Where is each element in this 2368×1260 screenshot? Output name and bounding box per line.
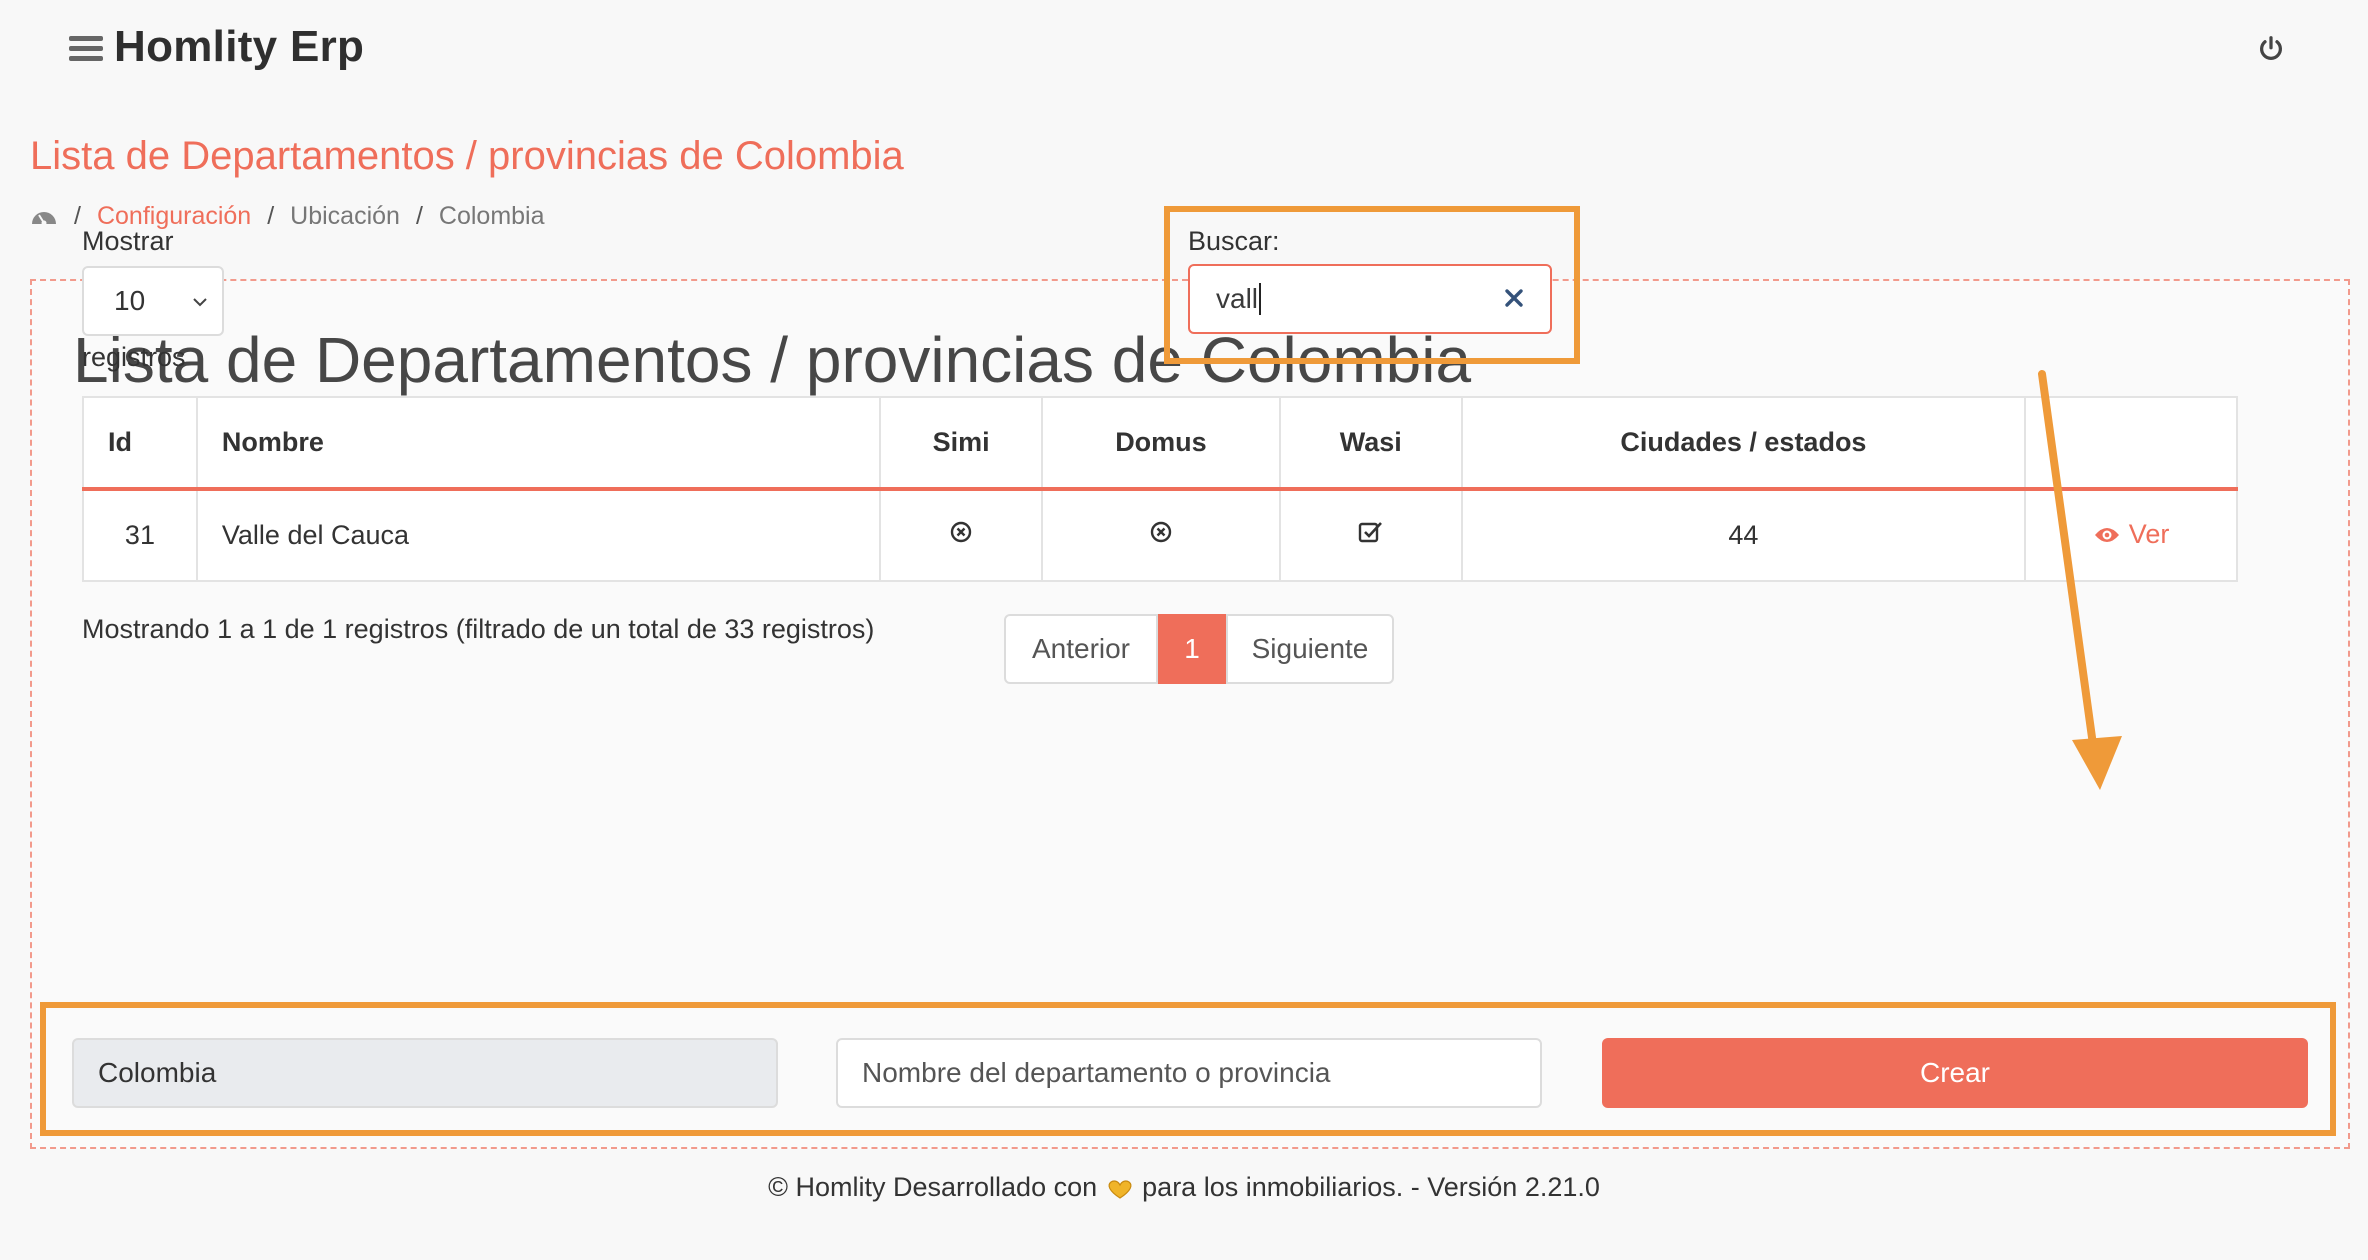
cell-nombre: Valle del Cauca <box>195 488 882 582</box>
cell-wasi <box>1278 488 1463 582</box>
hamburger-menu-icon[interactable] <box>69 36 103 62</box>
column-header-nombre[interactable]: Nombre <box>195 396 882 490</box>
country-field: Colombia <box>72 1038 778 1108</box>
breadcrumb-separator: / <box>74 202 81 230</box>
cell-ciudades: 44 <box>1460 488 2027 582</box>
check-square-icon <box>1358 522 1382 543</box>
power-icon[interactable] <box>2256 34 2286 64</box>
cell-id: 31 <box>82 488 198 582</box>
column-header-ciudades[interactable]: Ciudades / estados <box>1460 396 2027 490</box>
page-title: Lista de Departamentos / provincias de C… <box>30 134 904 178</box>
column-header-simi[interactable]: Simi <box>879 396 1044 490</box>
footer: © Homlity Desarrollado con para los inmo… <box>0 1172 2368 1203</box>
length-label-after: registros <box>82 342 186 372</box>
breadcrumb-separator: / <box>415 202 423 230</box>
ver-link-label: Ver <box>2128 519 2170 550</box>
column-header-id[interactable]: Id <box>82 396 198 490</box>
column-header-wasi[interactable]: Wasi <box>1278 396 1463 490</box>
footer-prefix: © Homlity Desarrollado con <box>768 1172 1098 1202</box>
breadcrumb-separator: / <box>267 202 275 230</box>
pagination-page-1[interactable]: 1 <box>1158 614 1226 684</box>
ver-link[interactable]: Ver <box>2093 519 2170 550</box>
table-row: 31 Valle del Cauca 44 Ver <box>82 488 2238 582</box>
heart-hands-icon <box>1108 1180 1132 1199</box>
footer-suffix: para los inmobiliarios. - Versión 2.21.0 <box>1142 1172 1600 1202</box>
x-circle-icon <box>1150 521 1172 543</box>
table-header-row: Id Nombre Simi Domus Wasi Ciudades / est… <box>82 396 2238 490</box>
column-header-domus[interactable]: Domus <box>1041 396 1281 490</box>
cell-action: Ver <box>2024 488 2238 582</box>
department-name-input[interactable]: Nombre del departamento o provincia <box>836 1038 1542 1108</box>
create-button[interactable]: Crear <box>1602 1038 2308 1108</box>
search-label: Buscar: <box>1188 226 1280 256</box>
column-header-actions <box>2024 396 2238 490</box>
pagination-next-button[interactable]: Siguiente <box>1226 614 1394 684</box>
table-info: Mostrando 1 a 1 de 1 registros (filtrado… <box>82 614 875 644</box>
page-length-value: 10 <box>114 285 146 316</box>
cell-simi <box>879 488 1044 582</box>
pagination: Anterior 1 Siguiente <box>1004 614 1394 684</box>
page-length-select[interactable]: 10 <box>82 266 224 336</box>
pagination-previous-button[interactable]: Anterior <box>1004 614 1158 684</box>
chevron-down-icon <box>193 298 207 307</box>
departments-table: Id Nombre Simi Domus Wasi Ciudades / est… <box>82 396 2238 582</box>
dashboard-icon[interactable] <box>30 206 58 228</box>
breadcrumb-ubicacion: Ubicación <box>290 202 400 230</box>
text-caret <box>1259 283 1262 315</box>
clear-search-icon[interactable] <box>1502 286 1526 310</box>
breadcrumb-colombia: Colombia <box>438 202 545 230</box>
search-input-value: vall <box>1216 283 1259 314</box>
cell-domus <box>1041 488 1281 582</box>
x-circle-icon <box>950 521 972 543</box>
top-bar: Homlity Erp <box>0 0 2368 100</box>
app-title: Homlity Erp <box>114 22 365 71</box>
eye-icon <box>2094 527 2119 542</box>
length-label-before: Mostrar <box>82 226 174 256</box>
search-input[interactable]: vall <box>1188 264 1552 334</box>
